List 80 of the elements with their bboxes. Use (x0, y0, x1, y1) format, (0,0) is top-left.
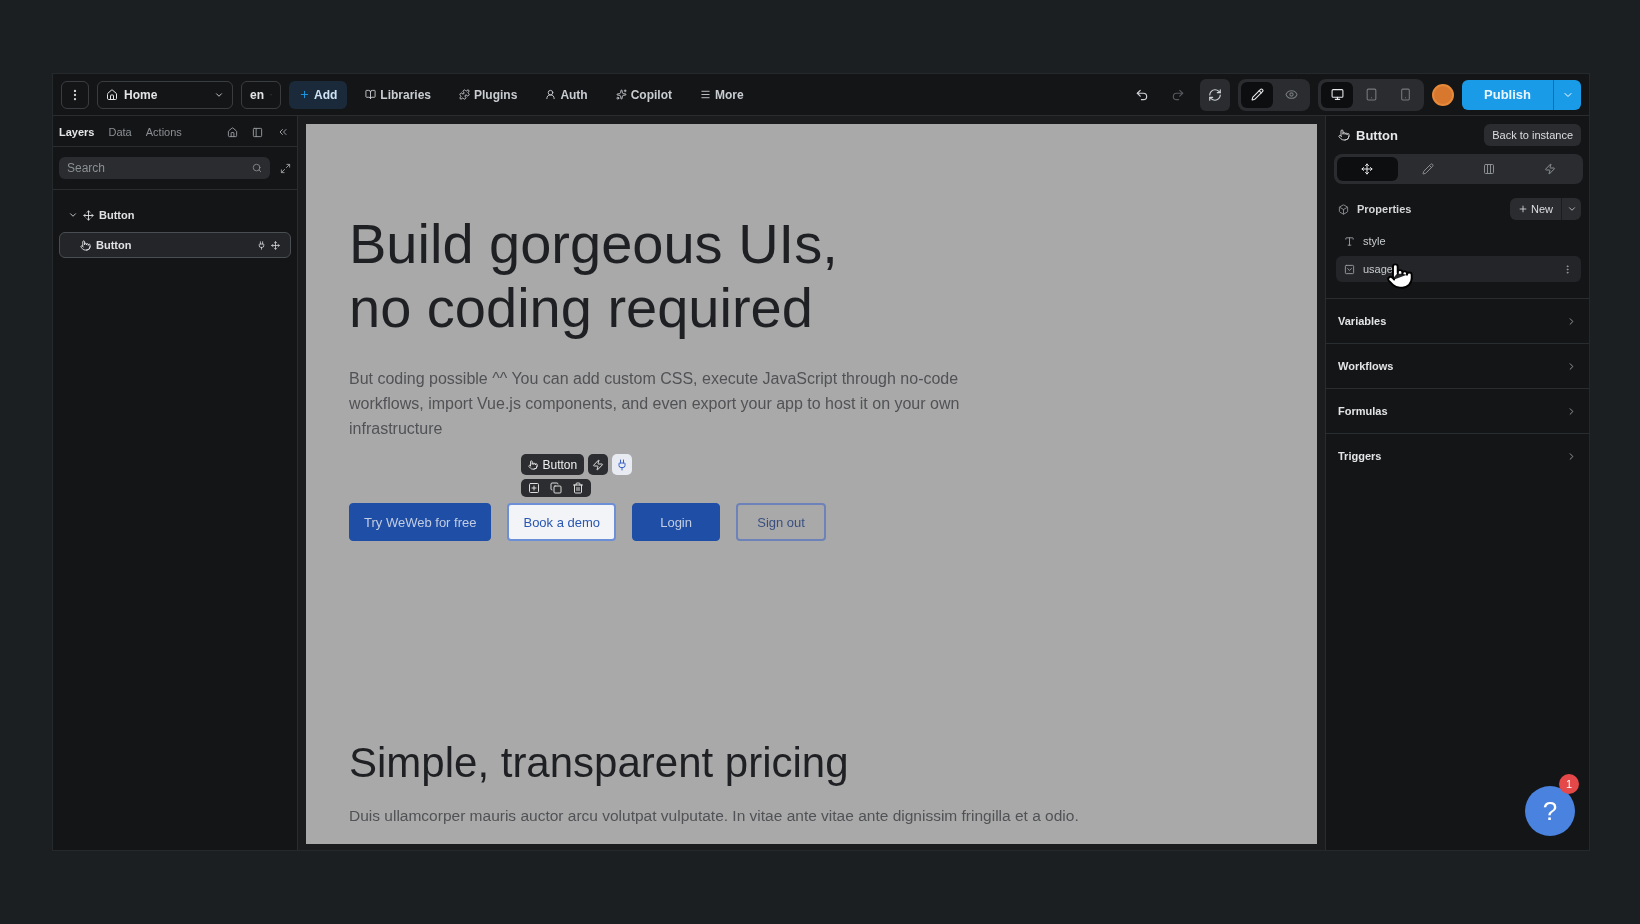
lightning-button[interactable] (588, 454, 609, 475)
add-icon[interactable] (528, 482, 541, 494)
eye-icon (1284, 88, 1298, 101)
search-field[interactable]: Search (59, 157, 270, 179)
redo-icon (1171, 87, 1186, 102)
menu-icon (700, 89, 712, 100)
cube-icon (1338, 203, 1349, 215)
edit-mode-button[interactable] (1241, 81, 1274, 108)
cta-button[interactable]: Sign out (736, 503, 827, 541)
user-avatar[interactable] (1432, 83, 1455, 106)
panel-tab[interactable]: Data (108, 126, 132, 138)
hero-heading: Build gorgeous UIs, no coding required (349, 212, 839, 340)
house-icon[interactable] (227, 126, 238, 138)
lightning-icon (1543, 163, 1556, 175)
pointer-icon (80, 239, 91, 251)
caret-icon (68, 210, 78, 220)
book-icon (365, 89, 377, 100)
section-header[interactable]: Triggers (1326, 433, 1589, 478)
panel-tab[interactable]: Layers (59, 126, 95, 138)
cta-button[interactable]: Try WeWeb for free (349, 503, 492, 541)
pointer-icon (528, 459, 539, 470)
section-header[interactable]: Variables (1326, 298, 1589, 343)
expand-icon[interactable] (280, 162, 291, 174)
toolbar-button[interactable]: Auth (535, 80, 598, 109)
dropdown-icon (1344, 263, 1355, 275)
refresh-button[interactable] (1200, 78, 1231, 111)
toolbar-button[interactable]: More (690, 80, 754, 109)
toolbar-button[interactable]: Plugins (449, 80, 528, 109)
caret-icon (1566, 204, 1577, 214)
panel-title: Button (1356, 127, 1398, 143)
panel-tab[interactable]: Actions (145, 126, 182, 138)
person-icon (545, 89, 557, 100)
panel-icon[interactable] (252, 126, 263, 138)
section-header[interactable]: Workflows (1326, 343, 1589, 388)
plug-button[interactable] (612, 454, 633, 475)
property-row[interactable]: style (1336, 228, 1581, 254)
section-header[interactable]: Formulas (1326, 388, 1589, 433)
monitor-icon (1330, 88, 1344, 101)
move-icon (1361, 163, 1374, 175)
desktop-view-button[interactable] (1321, 81, 1354, 108)
collapse-icon[interactable] (277, 126, 289, 138)
phone-icon (1398, 88, 1412, 101)
component-icon (83, 209, 94, 221)
tablet-icon (1364, 88, 1378, 101)
puzzle-icon (459, 89, 471, 100)
plug-icon (616, 458, 629, 471)
trash-icon[interactable] (572, 482, 585, 494)
sparkle-icon (615, 89, 627, 100)
toolbar-button[interactable]: Libraries (355, 80, 442, 109)
copy-icon[interactable] (550, 482, 563, 494)
properties-tab[interactable] (1337, 157, 1398, 181)
page-select[interactable]: Home (97, 80, 233, 109)
text-icon (1344, 235, 1355, 247)
house-icon (106, 88, 118, 101)
pencil-icon (1422, 163, 1435, 175)
search-icon (252, 163, 262, 173)
toolbar-button[interactable]: Add (289, 80, 348, 109)
back-button[interactable]: Back to instance (1484, 124, 1581, 146)
pointer-icon (1338, 129, 1350, 141)
plus-icon (299, 89, 310, 100)
properties-title: Properties (1357, 203, 1412, 215)
lightning-icon (592, 458, 605, 471)
section-heading: Simple, transparent pricing (349, 738, 850, 788)
cta-button[interactable]: Login (632, 503, 721, 541)
pencil-icon (1250, 88, 1264, 101)
component-icon (271, 240, 280, 250)
notification-badge: 1 (1559, 774, 1579, 794)
layer-item[interactable]: Button (59, 232, 291, 258)
language-select[interactable]: en (241, 80, 281, 109)
cta-button[interactable]: Book a demo (507, 503, 617, 541)
plus-icon (1518, 204, 1528, 214)
refresh-icon (1208, 87, 1223, 102)
undo-icon (1135, 87, 1150, 102)
plug-icon (257, 240, 266, 250)
toolbar-button[interactable]: Copilot (605, 80, 683, 109)
layer-item[interactable]: Button (59, 202, 291, 228)
columns-icon (1482, 163, 1495, 175)
hero-text: But coding possible ^^ You can add custom CSS, execute JavaScript through no-code workflows, import Vue.js components, and even export your app to host it on your own infrastructure (349, 369, 961, 439)
section-text: Duis ullamcorper mauris auctor arcu volutpat vulputate. In vitae ante vitae ante dignissim fringilla et a odio. (349, 807, 1080, 825)
element-label[interactable]: Button (521, 454, 585, 475)
